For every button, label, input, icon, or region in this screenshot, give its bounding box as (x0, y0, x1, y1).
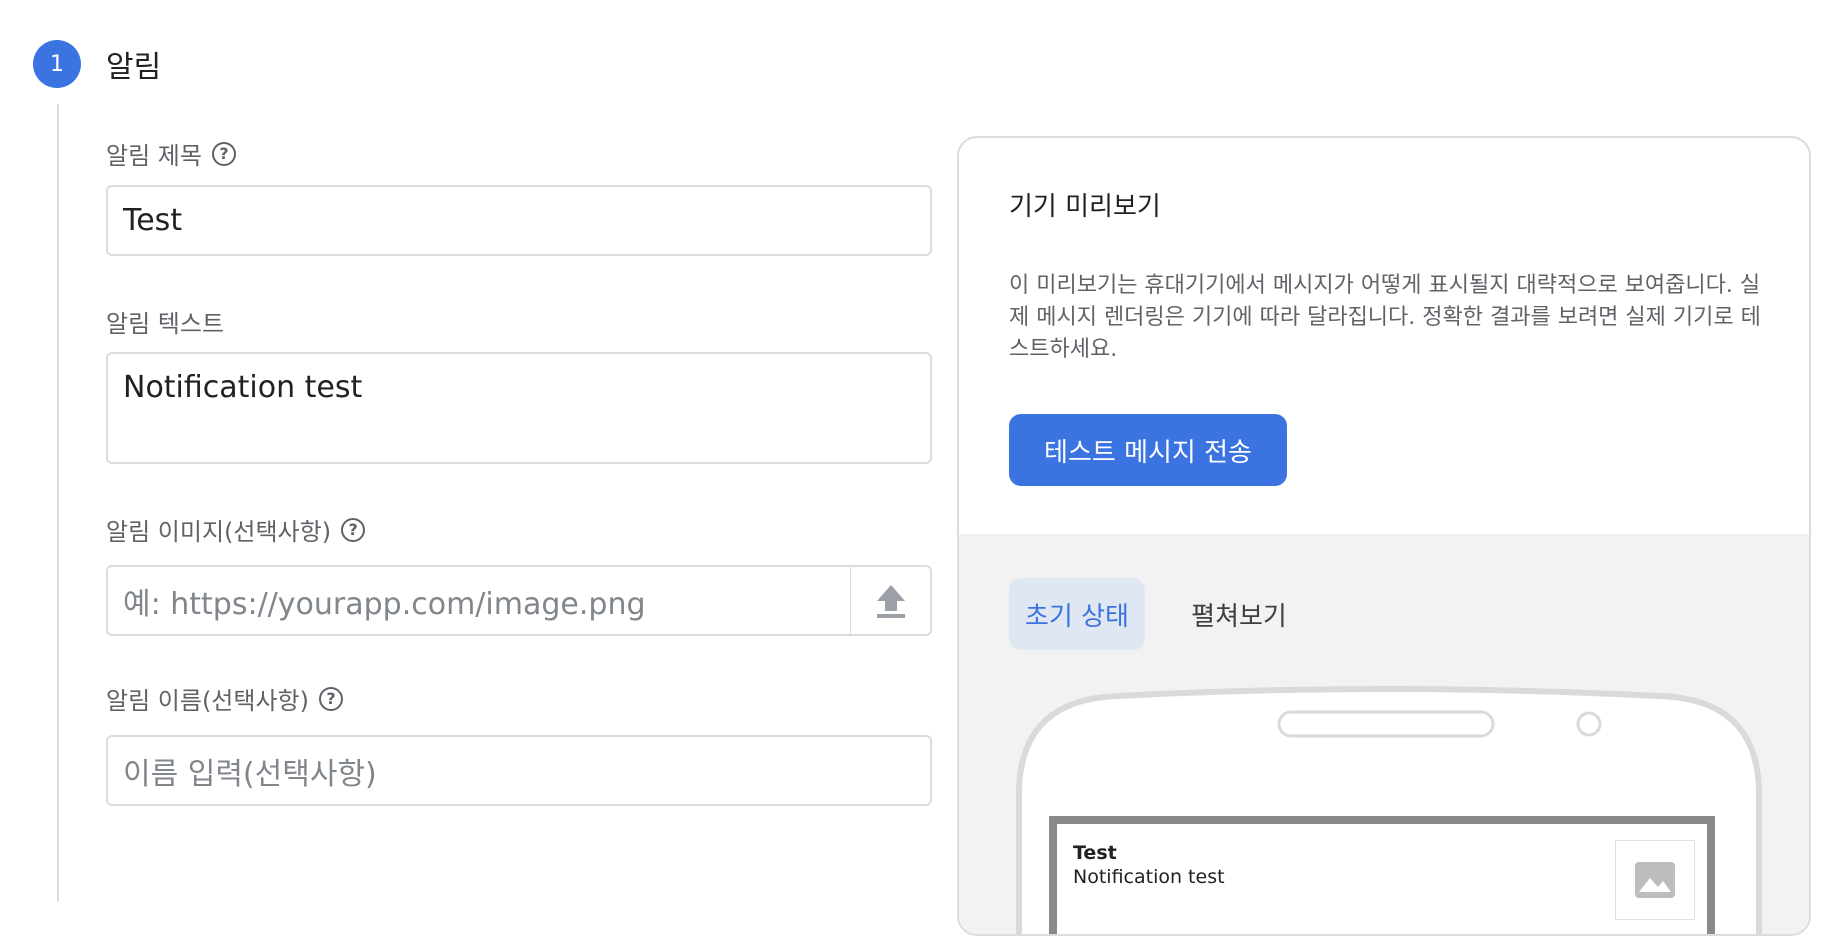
upload-icon (876, 584, 905, 618)
step-number-badge: 1 (33, 40, 81, 88)
help-icon[interactable]: ? (341, 517, 366, 542)
name-input[interactable]: 이름 입력(선택사항) (106, 735, 932, 806)
text-field-label: 알림 텍스트 (106, 310, 225, 338)
title-input[interactable]: Test (106, 185, 932, 256)
image-field-label: 알림 이미지(선택사항) ? (106, 512, 366, 547)
help-icon[interactable]: ? (319, 686, 343, 711)
device-preview-card: 기기 미리보기 이 미리보기는 휴대기기에서 메시지가 어떻게 표시될지 대략적… (957, 136, 1811, 936)
help-icon[interactable]: ? (211, 141, 236, 166)
send-test-message-button[interactable]: 테스트 메시지 전송 (1009, 414, 1287, 486)
notification-image-thumbnail (1615, 840, 1695, 920)
preview-area: 초기 상태 펼쳐보기 Test Notification test (959, 534, 1809, 934)
text-textarea[interactable]: Notification test (106, 352, 932, 464)
preview-description: 이 미리보기는 휴대기기에서 메시지가 어떻게 표시될지 대략적으로 보여줍니다… (1009, 273, 1761, 362)
image-url-input[interactable]: 예: https://yourapp.com/image.png (106, 565, 852, 636)
step-title: 알림 (106, 50, 162, 85)
phone-camera (1576, 711, 1602, 737)
phone-speaker (1277, 710, 1495, 738)
step-connector-line (57, 104, 59, 902)
notification-title: Test (1073, 842, 1117, 864)
title-field-label: 알림 제목 ? (106, 136, 236, 171)
upload-button[interactable] (851, 565, 932, 636)
notification-preview: Test Notification test (1057, 824, 1707, 934)
image-icon (1635, 862, 1675, 898)
preview-title: 기기 미리보기 (1009, 192, 1161, 222)
name-field-label: 알림 이름(선택사항) ? (106, 681, 343, 716)
notification-body: Notification test (1073, 866, 1225, 888)
